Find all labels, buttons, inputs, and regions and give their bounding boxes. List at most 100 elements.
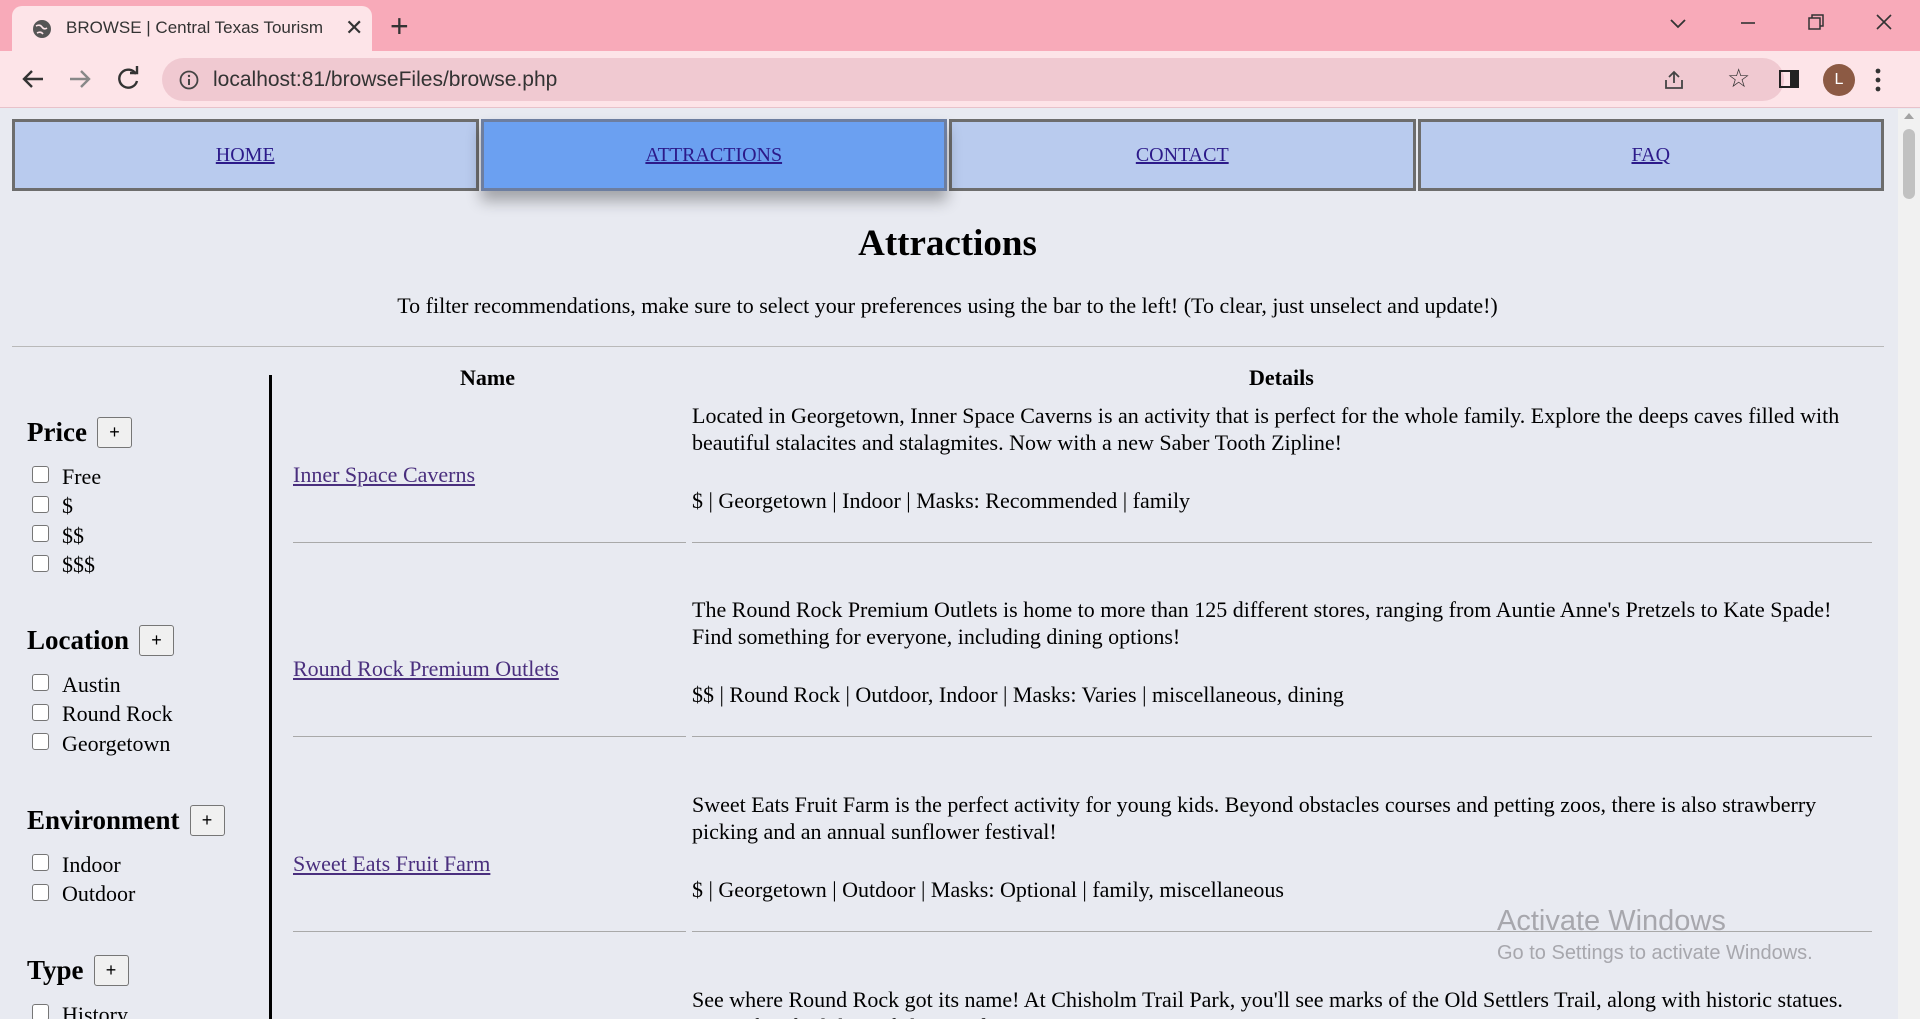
expand-location-button[interactable]: + <box>139 624 175 656</box>
filter-option[interactable]: $$ <box>27 521 132 551</box>
close-window-icon[interactable] <box>1874 12 1894 32</box>
reload-icon[interactable] <box>112 63 144 95</box>
checkbox[interactable] <box>32 495 49 513</box>
checkbox[interactable] <box>32 703 49 721</box>
filter-option[interactable]: Round Rock <box>27 700 174 730</box>
filter-group-type: Type + History <box>27 950 129 1019</box>
back-icon[interactable] <box>17 63 49 95</box>
nav-home[interactable]: HOME <box>12 119 479 191</box>
filter-option[interactable]: $$$ <box>27 551 132 581</box>
option-label: $ <box>62 493 73 519</box>
filter-heading: Location <box>27 624 130 655</box>
column-header-name: Name <box>460 365 515 390</box>
scroll-up-arrow-icon[interactable] <box>1904 113 1914 119</box>
filter-heading: Price <box>27 416 87 447</box>
tab-title: BROWSE | Central Texas Tourism <box>66 18 323 37</box>
attraction-link[interactable]: Round Rock Premium Outlets <box>293 656 559 682</box>
checkbox[interactable] <box>32 1004 49 1019</box>
checkbox[interactable] <box>32 733 49 751</box>
filter-option[interactable]: Austin <box>27 670 174 700</box>
filter-option[interactable]: $ <box>27 492 132 522</box>
intro-text: To filter recommendations, make sure to … <box>397 293 1498 318</box>
minimize-icon[interactable] <box>1738 13 1758 33</box>
attraction-meta: $ | Georgetown | Outdoor | Masks: Option… <box>692 877 1284 902</box>
nav-faq[interactable]: FAQ <box>1417 119 1884 191</box>
checkbox[interactable] <box>32 854 49 872</box>
scrollbar-thumb[interactable] <box>1903 129 1915 199</box>
site-nav: HOME ATTRACTIONS CONTACT FAQ <box>12 119 1884 191</box>
filter-option[interactable]: Free <box>27 462 132 492</box>
option-label: History <box>62 1001 128 1019</box>
forward-icon[interactable] <box>64 63 96 95</box>
tab-strip: BROWSE | Central Texas Tourism ✕ + <box>0 0 1920 51</box>
watermark-title: Activate Windows <box>1497 905 1726 937</box>
filter-heading: Type <box>27 954 84 985</box>
page-scrollbar[interactable] <box>1898 109 1920 1019</box>
checkbox[interactable] <box>32 554 49 572</box>
option-label: Free <box>62 463 102 489</box>
filter-option[interactable]: Georgetown <box>27 729 174 759</box>
browser-toolbar: localhost:81/browseFiles/browse.php ☆ L <box>0 51 1920 108</box>
column-header-details: Details <box>1249 365 1314 390</box>
attraction-description: Sweet Eats Fruit Farm is the perfect act… <box>692 792 1817 844</box>
nav-contact[interactable]: CONTACT <box>949 119 1416 191</box>
expand-price-button[interactable]: + <box>96 416 132 448</box>
option-label: $$$ <box>62 552 95 578</box>
filter-group-environment: Environment + Indoor Outdoor <box>27 800 225 909</box>
checkbox[interactable] <box>32 883 49 901</box>
attraction-link[interactable]: Sweet Eats Fruit Farm <box>293 851 490 877</box>
attraction-meta: $ | Georgetown | Indoor | Masks: Recomme… <box>692 488 1191 513</box>
share-icon[interactable] <box>1662 68 1686 92</box>
row-divider <box>293 931 686 932</box>
expand-environment-button[interactable]: + <box>189 804 225 836</box>
new-tab-button[interactable]: + <box>390 8 409 45</box>
option-label: Round Rock <box>62 701 173 727</box>
filter-group-location: Location + Austin Round Rock Georgetown <box>27 620 175 759</box>
side-panel-icon[interactable] <box>1777 67 1801 91</box>
option-label: Georgetown <box>62 730 171 756</box>
attraction-link[interactable]: Inner Space Caverns <box>293 462 475 488</box>
option-label: $$ <box>62 522 84 548</box>
row-divider <box>293 542 686 543</box>
attraction-description: The Round Rock Premium Outlets is home t… <box>692 597 1832 649</box>
row-divider <box>692 542 1872 543</box>
attraction-description: See where Round Rock got its name! At Ch… <box>692 987 1843 1019</box>
bookmark-star-icon[interactable]: ☆ <box>1727 64 1750 94</box>
profile-avatar[interactable]: L <box>1823 64 1855 96</box>
close-tab-icon[interactable]: ✕ <box>345 17 363 39</box>
site-info-icon[interactable] <box>178 69 200 91</box>
checkbox[interactable] <box>32 525 49 543</box>
page-title: Attractions <box>858 223 1037 264</box>
checkbox[interactable] <box>32 674 49 692</box>
option-label: Austin <box>62 671 121 697</box>
more-menu-icon[interactable] <box>1874 65 1882 95</box>
nav-attractions-link[interactable]: ATTRACTIONS <box>645 144 782 167</box>
nav-contact-link[interactable]: CONTACT <box>1136 144 1229 167</box>
nav-faq-link[interactable]: FAQ <box>1631 144 1670 167</box>
filter-sidebar: Price + Free $ $$ $$$ Location + Austin Ro… <box>12 375 272 1019</box>
option-label: Indoor <box>62 851 121 877</box>
attraction-description: Located in Georgetown, Inner Space Caver… <box>692 403 1840 455</box>
restore-icon[interactable] <box>1806 12 1826 32</box>
page-content: HOME ATTRACTIONS CONTACT FAQ Attractions… <box>0 109 1898 1019</box>
option-label: Outdoor <box>62 881 136 907</box>
browser-tab[interactable]: BROWSE | Central Texas Tourism ✕ <box>12 6 372 51</box>
filter-heading: Environment <box>27 804 180 835</box>
tab-search-chevron-icon[interactable] <box>1668 13 1688 33</box>
filter-option[interactable]: Indoor <box>27 850 225 880</box>
nav-attractions[interactable]: ATTRACTIONS <box>480 119 947 191</box>
row-divider <box>692 736 1872 737</box>
watermark-subtitle: Go to Settings to activate Windows. <box>1497 942 1813 964</box>
nav-home-link[interactable]: HOME <box>216 144 275 167</box>
globe-icon <box>33 20 51 38</box>
address-bar[interactable]: localhost:81/browseFiles/browse.php ☆ <box>162 58 1784 101</box>
checkbox[interactable] <box>32 466 49 484</box>
filter-option[interactable]: Outdoor <box>27 880 225 910</box>
attraction-meta: $$ | Round Rock | Outdoor, Indoor | Mask… <box>692 682 1344 707</box>
filter-option[interactable]: History <box>27 1000 129 1019</box>
divider <box>12 346 1884 347</box>
row-divider <box>293 736 686 737</box>
url-text[interactable]: localhost:81/browseFiles/browse.php <box>213 68 557 92</box>
expand-type-button[interactable]: + <box>93 954 129 986</box>
windows-activation-watermark: Activate Windows Go to Settings to activ… <box>1497 904 1813 968</box>
